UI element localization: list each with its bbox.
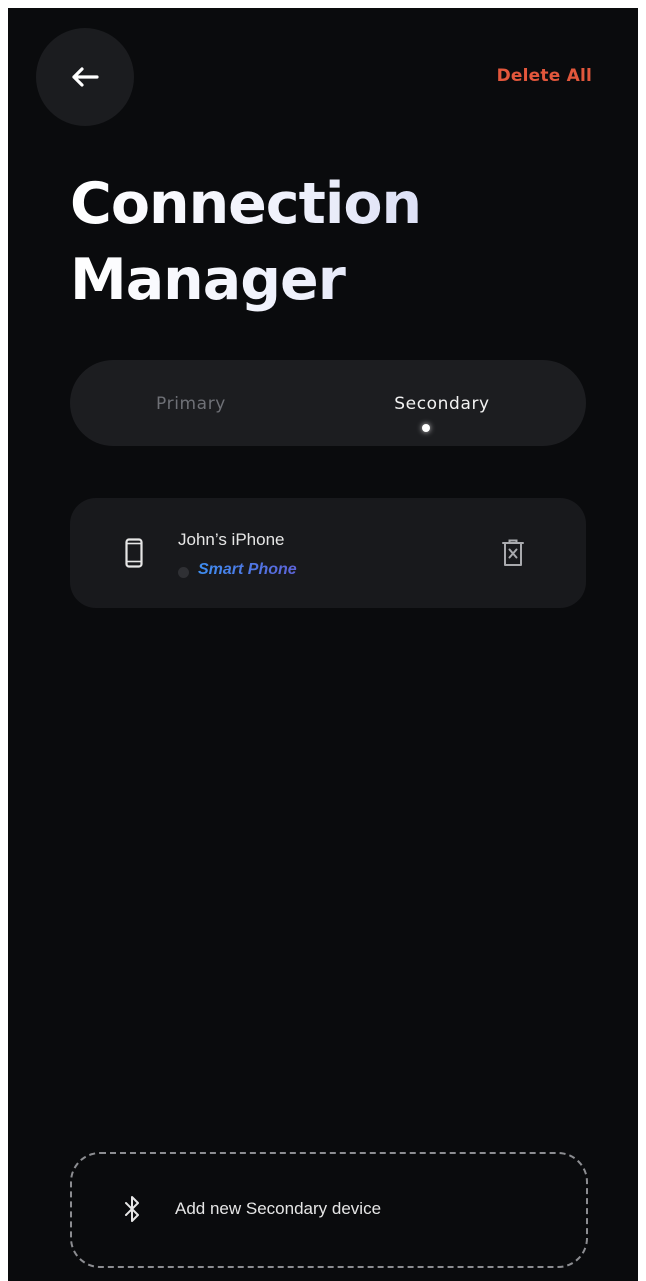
tab-primary-label: Primary	[156, 394, 226, 414]
smartphone-icon	[125, 538, 143, 568]
bluetooth-icon	[125, 1196, 139, 1222]
trash-icon[interactable]	[500, 538, 526, 568]
device-status-dot	[178, 567, 189, 578]
page-title: Connection Manager	[70, 166, 590, 318]
active-tab-indicator	[422, 424, 430, 432]
page-title-line-1: Connection	[70, 171, 422, 237]
add-device-label: Add new Secondary device	[175, 1199, 382, 1218]
device-name: John’s iPhone	[178, 530, 285, 549]
tab-primary[interactable]: Primary	[70, 360, 328, 446]
tab-secondary[interactable]: Secondary	[328, 360, 586, 446]
tab-secondary-label: Secondary	[394, 394, 490, 414]
back-button[interactable]	[36, 28, 134, 126]
connection-manager-screen: Delete All Connection Manager Primary Se…	[8, 8, 638, 1281]
arrow-left-icon	[72, 67, 99, 87]
add-secondary-device-button[interactable]: Add new Secondary device	[70, 1152, 588, 1268]
delete-all-button[interactable]: Delete All	[497, 66, 592, 86]
device-type-tabs: Primary Secondary	[70, 360, 586, 446]
page-title-line-2: Manager	[70, 247, 345, 313]
device-card[interactable]: John’s iPhone Smart Phone	[70, 498, 586, 608]
device-type-label: Smart Phone	[198, 561, 297, 578]
